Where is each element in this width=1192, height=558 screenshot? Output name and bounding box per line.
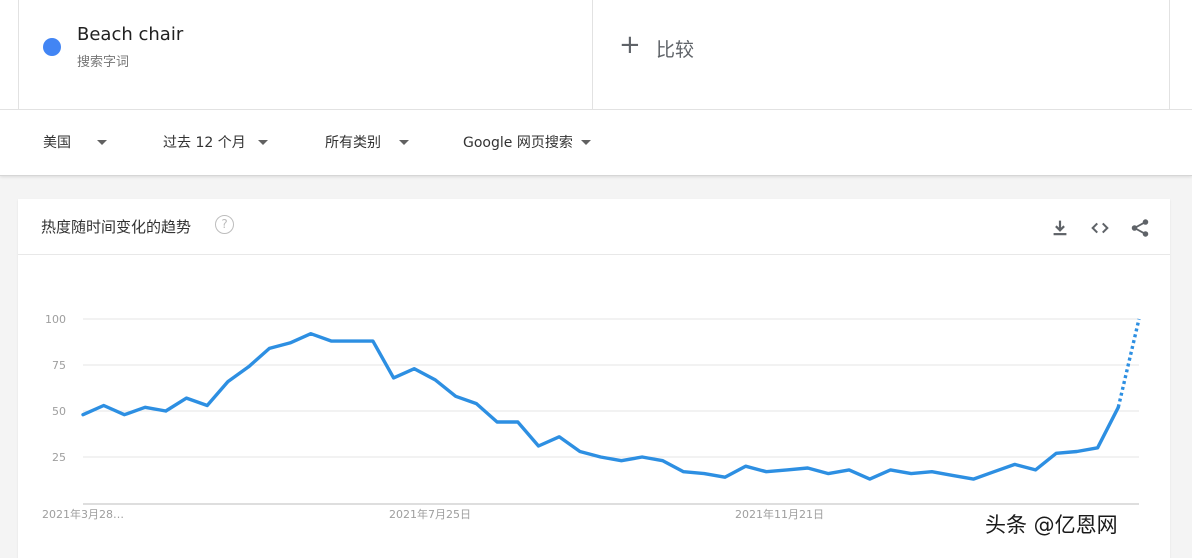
- chevron-down-icon: [580, 139, 591, 145]
- plus-icon: +: [619, 30, 641, 60]
- category-dropdown[interactable]: 所有类别: [325, 131, 409, 153]
- compare-label: 比较: [656, 39, 695, 61]
- search-term-name[interactable]: Beach chair: [77, 24, 183, 45]
- watermark: 头条 @亿恩网: [985, 513, 1118, 537]
- x-tick-label: 2021年7月25日: [389, 507, 471, 521]
- y-tick-label: 50: [52, 405, 66, 418]
- region-dropdown[interactable]: 美国: [43, 131, 107, 153]
- divider: [0, 109, 1192, 110]
- chevron-down-icon: [97, 139, 107, 145]
- chevron-down-icon: [399, 139, 409, 145]
- y-tick-label: 25: [52, 451, 66, 464]
- search-term-type: 搜索字词: [77, 55, 130, 70]
- x-tick-label: 2021年3月28…: [42, 507, 124, 521]
- y-tick-label: 100: [45, 313, 66, 326]
- region-value: 美国: [43, 135, 71, 151]
- series-partial-line: [1116, 318, 1141, 408]
- search-type-dropdown[interactable]: Google 网页搜索: [463, 131, 591, 153]
- category-value: 所有类别: [325, 135, 381, 151]
- period-dropdown[interactable]: 过去 12 个月: [163, 131, 268, 153]
- period-value: 过去 12 个月: [163, 135, 246, 151]
- y-tick-label: 75: [52, 359, 66, 372]
- chevron-down-icon: [257, 139, 268, 145]
- x-tick-label: 2021年11月21日: [735, 507, 824, 521]
- search-term-card[interactable]: Beach chair 搜索字词: [18, 0, 593, 109]
- trend-line-chart: 25 50 75 100 2021年3月28… 2021年7月25日 2021年11月21日: [42, 313, 1141, 521]
- explore-header: Beach chair 搜索字词 + 比较 美国 过去 12 个月 所有类别 G…: [0, 0, 1192, 176]
- compare-button[interactable]: + 比较: [593, 0, 1170, 109]
- interest-over-time-panel: 热度随时间变化的趋势 ? 25 50 75 100 2021年3月28… 2021年7月2…: [18, 199, 1170, 558]
- series-color-dot: [43, 38, 61, 56]
- search-type-value: Google 网页搜索: [463, 135, 573, 151]
